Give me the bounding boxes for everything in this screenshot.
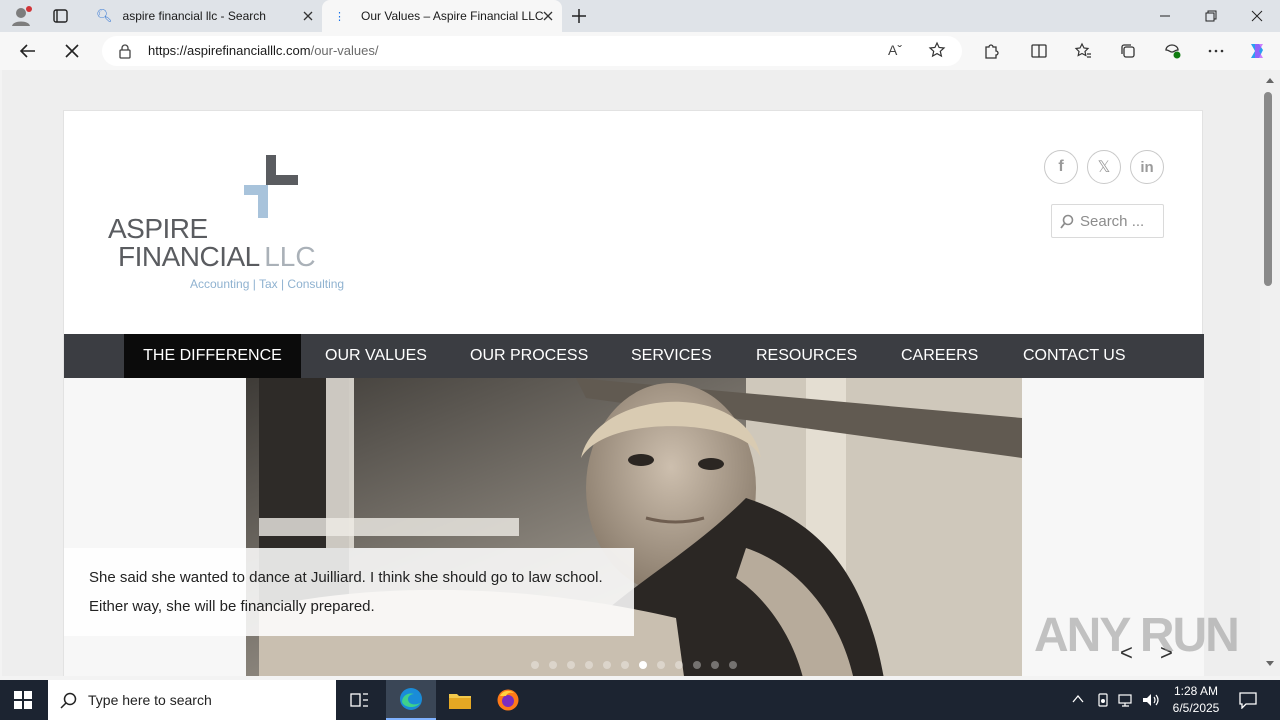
copilot-icon[interactable] [1241, 32, 1273, 70]
page-scrollbar[interactable] [1260, 70, 1280, 676]
url-path: /our-values/ [310, 43, 379, 58]
linkedin-icon[interactable]: in [1130, 150, 1164, 184]
url-text: https://aspirefinancialllc.com/our-value… [148, 43, 379, 58]
tab-search[interactable]: 🔍︎ aspire financial llc - Search [86, 0, 322, 32]
favorite-star-icon[interactable] [928, 41, 946, 59]
minimize-button[interactable] [1142, 0, 1188, 32]
collections-icon[interactable] [1112, 32, 1144, 70]
nav-services[interactable]: SERVICES [631, 334, 712, 378]
show-hidden-icons-chevron-icon[interactable] [1072, 694, 1084, 704]
slider-dot[interactable] [711, 661, 719, 669]
tab-our-values[interactable]: ⋮ Our Values – Aspire Financial LLC [322, 0, 562, 32]
search-icon [1060, 214, 1074, 229]
anyrun-watermark: ANY RUN [1034, 609, 1240, 662]
scroll-up-arrow-icon[interactable] [1265, 76, 1275, 84]
tab-title: aspire financial llc - Search [122, 9, 266, 23]
taskbar-search-box[interactable]: Type here to search [48, 680, 336, 720]
taskbar-search-icon [60, 691, 78, 709]
logo-tagline: Accounting | Tax | Consulting [190, 277, 345, 291]
network-icon[interactable] [1118, 692, 1136, 708]
web-page-viewport: ASPIRE FINANCIAL LLC Accounting | Tax | … [2, 70, 1260, 676]
restore-button[interactable] [1188, 0, 1234, 32]
system-clock[interactable]: 1:28 AM 6/5/2025 [1166, 683, 1226, 717]
split-screen-icon[interactable] [1023, 32, 1055, 70]
slider-dot[interactable] [549, 661, 557, 669]
extensions-icon[interactable] [975, 32, 1007, 70]
search-favicon-icon: 🔍︎ [96, 8, 113, 23]
close-window-button[interactable] [1234, 0, 1280, 32]
device-icon[interactable] [1096, 692, 1110, 708]
nav-resources[interactable]: RESOURCES [756, 334, 857, 378]
profile-icon[interactable] [8, 4, 34, 28]
nav-contact-us[interactable]: CONTACT US [1023, 334, 1126, 378]
close-icon[interactable] [300, 8, 316, 24]
nav-our-process[interactable]: OUR PROCESS [470, 334, 588, 378]
slider-dot[interactable] [693, 661, 701, 669]
close-icon[interactable] [540, 8, 556, 24]
browser-toolbar: https://aspirefinancialllc.com/our-value… [0, 32, 1280, 70]
slider-pagination [531, 661, 737, 669]
nav-our-values[interactable]: OUR VALUES [325, 334, 427, 378]
read-aloud-icon[interactable]: Aˇ [888, 42, 902, 58]
tab-actions-icon[interactable] [48, 6, 72, 26]
url-domain: https://aspirefinancialllc.com [148, 43, 311, 58]
taskbar-search-placeholder: Type here to search [88, 692, 212, 708]
slider-caption: She said she wanted to dance at Juilliar… [64, 548, 634, 636]
slider-dot[interactable] [531, 661, 539, 669]
caption-text: She said she wanted to dance at Juilliar… [89, 569, 603, 615]
clock-time: 1:28 AM [1173, 684, 1219, 698]
nav-careers[interactable]: CAREERS [901, 334, 978, 378]
logo-financial: FINANCIAL [118, 241, 260, 272]
tab-title: Our Values – Aspire Financial LLC [361, 9, 544, 23]
clock-date: 6/5/2025 [1172, 701, 1220, 715]
scrollbar-thumb[interactable] [1264, 92, 1272, 286]
search-placeholder: Search ... [1080, 213, 1145, 230]
slider-dot[interactable] [585, 661, 593, 669]
slider-dot[interactable] [603, 661, 611, 669]
aspire-financial-logo[interactable]: ASPIRE FINANCIAL LLC Accounting | Tax | … [108, 153, 358, 293]
loading-favicon-icon: ⋮ [334, 10, 345, 23]
site-search-input[interactable]: Search ... [1051, 204, 1164, 238]
facebook-icon[interactable]: f [1044, 150, 1078, 184]
scroll-down-arrow-icon[interactable] [1265, 660, 1275, 668]
volume-icon[interactable] [1142, 692, 1160, 708]
hero-slider: She said she wanted to dance at Juilliar… [64, 378, 1204, 676]
site-container: ASPIRE FINANCIAL LLC Accounting | Tax | … [63, 110, 1204, 676]
slider-dot[interactable] [729, 661, 737, 669]
favorites-icon[interactable] [1067, 32, 1099, 70]
slider-dot[interactable] [621, 661, 629, 669]
main-navigation: THE DIFFERENCE OUR VALUES OUR PROCESS SE… [64, 334, 1204, 378]
task-view-icon[interactable] [350, 691, 370, 709]
browser-tab-strip: 🔍︎ aspire financial llc - Search ⋮ Our V… [0, 0, 1280, 32]
address-bar[interactable]: https://aspirefinancialllc.com/our-value… [102, 36, 962, 66]
x-twitter-icon[interactable]: 𝕏 [1087, 150, 1121, 184]
slider-dot[interactable] [675, 661, 683, 669]
notifications-icon[interactable] [1238, 691, 1258, 709]
logo-llc: LLC [264, 241, 316, 272]
windows-start-icon[interactable] [14, 691, 32, 709]
browser-essentials-icon[interactable] [1156, 32, 1188, 70]
back-arrow-icon[interactable] [12, 32, 44, 70]
lock-icon [118, 44, 132, 59]
new-tab-icon[interactable] [568, 6, 590, 26]
slider-dot[interactable] [567, 661, 575, 669]
slider-dot[interactable] [639, 661, 647, 669]
firefox-icon[interactable] [496, 688, 520, 712]
file-explorer-icon[interactable] [448, 690, 472, 710]
stop-loading-icon[interactable] [56, 32, 88, 70]
slider-dot[interactable] [657, 661, 665, 669]
more-options-icon[interactable] [1200, 32, 1232, 70]
logo-line2: FINANCIAL LLC [118, 241, 316, 273]
windows-taskbar: Type here to search 1:28 AM 6/5/2025 [0, 680, 1280, 720]
nav-the-difference[interactable]: THE DIFFERENCE [124, 334, 301, 378]
edge-taskbar-icon[interactable] [386, 680, 436, 720]
